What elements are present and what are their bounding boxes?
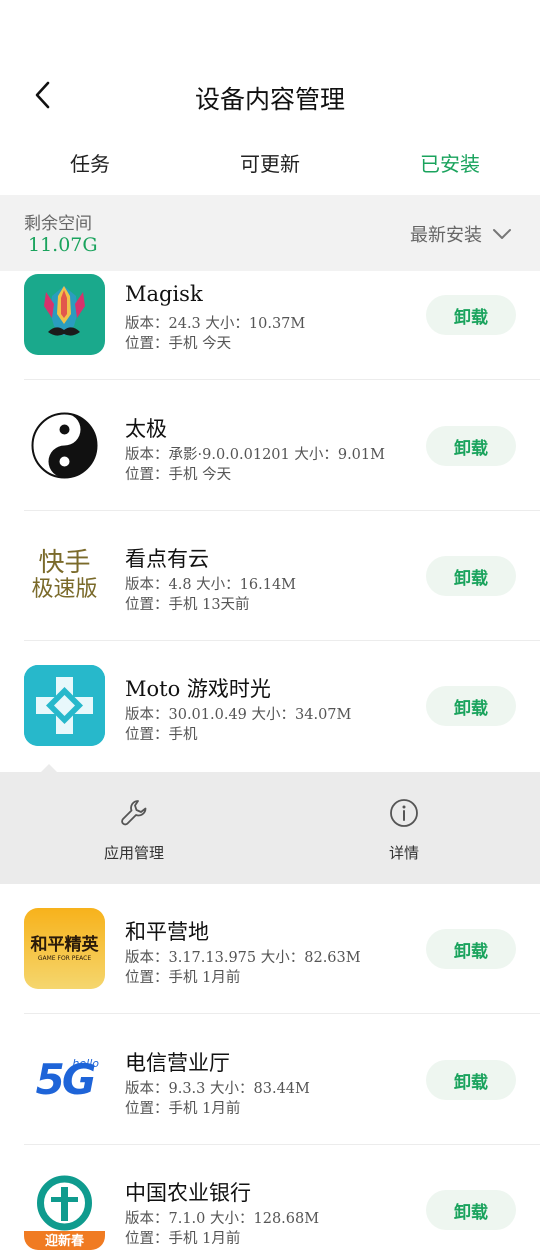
app-name: 太极 [125, 417, 167, 441]
app-name: 中国农业银行 [125, 1181, 251, 1205]
uninstall-button[interactable]: 卸载 [426, 929, 516, 969]
app-manage-button[interactable]: 应用管理 [74, 798, 194, 863]
panel-pointer [40, 764, 58, 773]
details-button[interactable]: 详情 [344, 798, 464, 863]
app-version-size: 版本：9.3.3 大小：83.44M [125, 1081, 310, 1097]
magisk-icon [24, 274, 105, 355]
app-location-date: 位置：手机 今天 [125, 467, 232, 483]
uninstall-button[interactable]: 卸载 [426, 556, 516, 596]
uninstall-button[interactable]: 卸载 [426, 1060, 516, 1100]
header: 设备内容管理 [0, 60, 540, 130]
app-manage-label: 应用管理 [103, 844, 164, 862]
app-version-size: 版本：3.17.13.975 大小：82.63M [125, 950, 361, 966]
icon-text-sub: GAME FOR PEACE [37, 954, 92, 962]
chevron-down-icon [493, 229, 511, 239]
icon-text-main: 快手 [38, 547, 91, 578]
app-row-telecom[interactable]: 5G hello 电信营业厅 版本：9.3.3 大小：83.44M 位置：手机 … [0, 1015, 540, 1145]
storage-label: 剩余空间 [24, 214, 92, 234]
app-version-size: 版本：承影·9.0.0.01201 大小：9.01M [125, 447, 385, 463]
wrench-icon [121, 800, 147, 826]
divider [24, 379, 540, 380]
uninstall-button[interactable]: 卸载 [426, 686, 516, 726]
abc-bank-icon: 迎新春 [24, 1169, 105, 1250]
tab-installed[interactable]: 已安装 [360, 148, 540, 177]
app-name: 和平营地 [125, 920, 209, 944]
app-row-taiji[interactable]: 太极 版本：承影·9.0.0.01201 大小：9.01M 位置：手机 今天 卸… [0, 381, 540, 511]
app-location-date: 位置：手机 今天 [125, 336, 232, 352]
app-row-moto-game-time[interactable]: Moto 游戏时光 版本：30.01.0.49 大小：34.07M 位置：手机 … [0, 641, 540, 771]
app-version-size: 版本：30.01.0.49 大小：34.07M [125, 707, 352, 723]
tab-bar: 任务 可更新 已安装 [0, 130, 540, 194]
icon-text-sub: 极速版 [31, 576, 98, 602]
page-title: 设备内容管理 [194, 85, 345, 114]
taichi-icon [24, 405, 105, 486]
app-action-panel: 应用管理 详情 [0, 764, 540, 884]
app-name: 看点有云 [125, 547, 209, 571]
app-name: 电信营业厅 [125, 1051, 230, 1075]
divider [24, 1013, 540, 1014]
sort-label: 最新安装 [410, 225, 482, 246]
peace-elite-icon: 和平精英 GAME FOR PEACE [24, 908, 105, 989]
app-name: Moto 游戏时光 [125, 677, 271, 701]
uninstall-button[interactable]: 卸载 [426, 426, 516, 466]
app-version-size: 版本：7.1.0 大小：128.68M [125, 1211, 320, 1227]
app-row-magisk[interactable]: Magisk 版本：24.3 大小：10.37M 位置：手机 今天 卸载 [0, 250, 540, 380]
tab-tasks[interactable]: 任务 [0, 148, 180, 177]
kuaishou-icon: 快手 极速版 [24, 535, 105, 616]
app-row-abc-bank[interactable]: 迎新春 中国农业银行 版本：7.1.0 大小：128.68M 位置：手机 1月前… [0, 1145, 540, 1260]
info-icon [390, 799, 418, 827]
uninstall-button[interactable]: 卸载 [426, 295, 516, 335]
app-version-size: 版本：24.3 大小：10.37M [125, 316, 306, 332]
details-label: 详情 [388, 844, 419, 862]
uninstall-button[interactable]: 卸载 [426, 1190, 516, 1230]
app-row-kandian[interactable]: 快手 极速版 看点有云 版本：4.8 大小：16.14M 位置：手机 13天前 … [0, 511, 540, 641]
icon-text-banner: 迎新春 [44, 1234, 84, 1249]
tab-updates[interactable]: 可更新 [180, 148, 360, 177]
app-version-size: 版本：4.8 大小：16.14M [125, 577, 297, 593]
sort-dropdown[interactable]: 最新安装 [410, 221, 512, 247]
app-name: Magisk [125, 282, 203, 306]
icon-text-main: 和平精英 [30, 934, 99, 955]
app-location-date: 位置：手机 13天前 [125, 597, 250, 613]
icon-text-sub: hello [72, 1057, 99, 1070]
app-location-date: 位置：手机 1月前 [125, 1101, 241, 1117]
app-location-date: 位置：手机 [125, 727, 198, 743]
gamepad-icon [24, 665, 105, 746]
telecom-5g-icon: 5G hello [24, 1039, 105, 1120]
app-location-date: 位置：手机 1月前 [125, 1231, 241, 1247]
app-row-heping-yingdi[interactable]: 和平精英 GAME FOR PEACE 和平营地 版本：3.17.13.975 … [0, 884, 540, 1014]
app-location-date: 位置：手机 1月前 [125, 970, 241, 986]
